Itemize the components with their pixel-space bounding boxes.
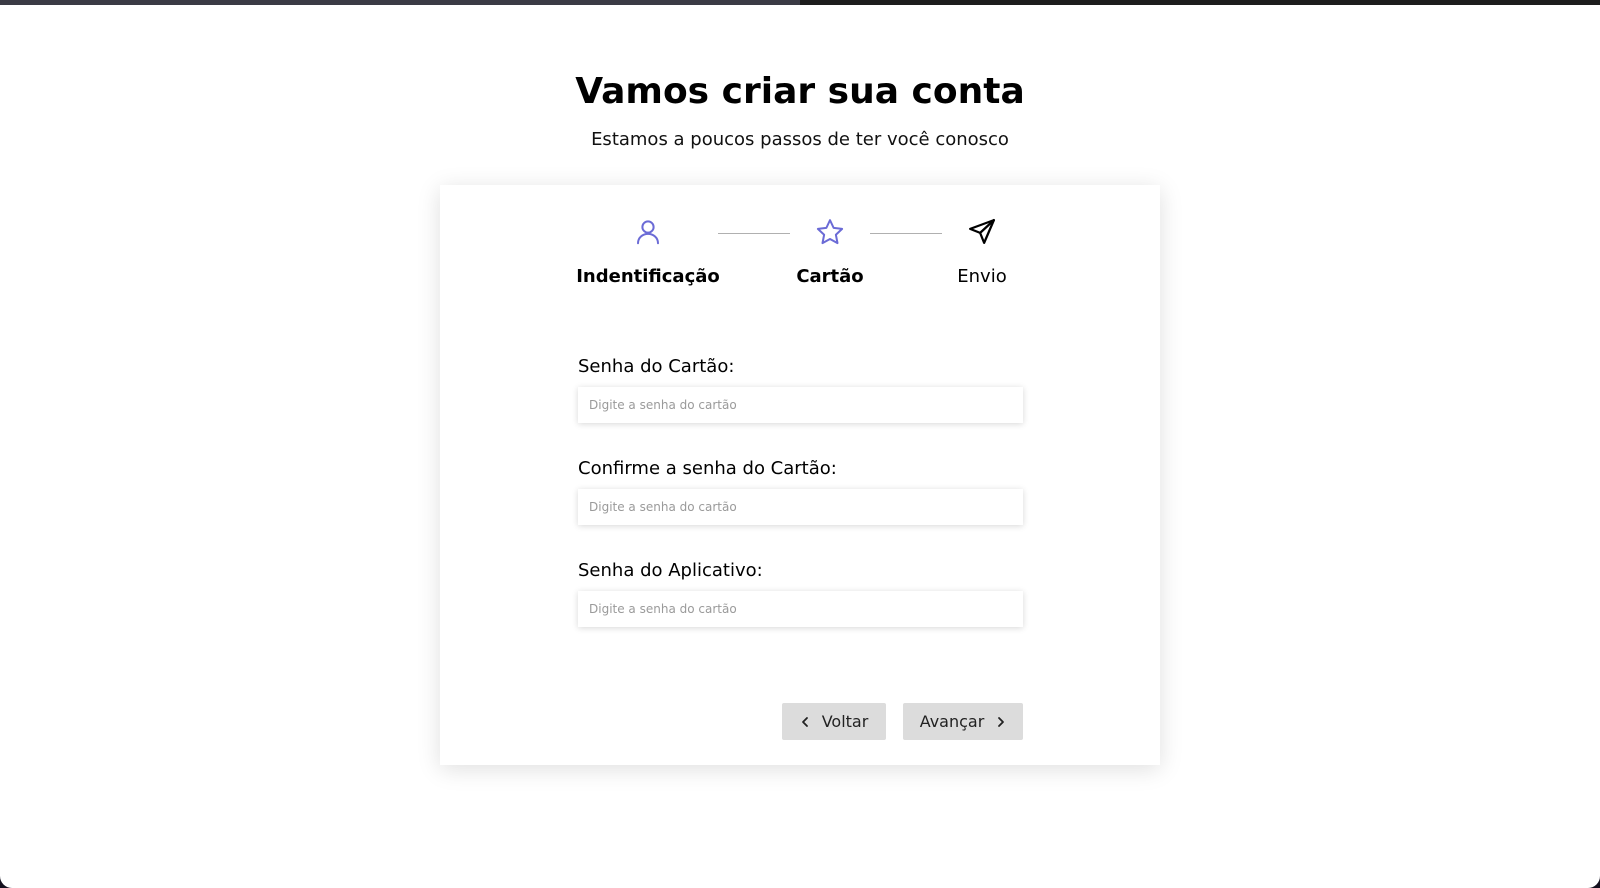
app-password-input[interactable] [578, 591, 1023, 627]
step-identificacao[interactable]: Indentificação [548, 217, 748, 289]
step-envio[interactable]: Envio [882, 217, 1082, 289]
page-subtitle: Estamos a poucos passos de ter você cono… [591, 129, 1009, 150]
top-progress-bar [0, 0, 1600, 5]
confirm-card-password-input[interactable] [578, 489, 1023, 525]
page: Vamos criar sua conta Estamos a poucos p… [0, 0, 1600, 888]
step-label-envio: Envio [957, 266, 1007, 287]
app-password-label: Senha do Aplicativo: [578, 560, 763, 581]
page-title: Vamos criar sua conta [575, 71, 1025, 112]
back-button-label: Voltar [821, 712, 869, 731]
form-group-app-password: Senha do Aplicativo: [578, 559, 1023, 627]
form-group-card-password: Senha do Cartão: [578, 355, 1023, 423]
top-progress-fill [0, 0, 800, 5]
star-icon [816, 219, 844, 245]
next-button[interactable]: Avançar [903, 703, 1023, 740]
chevron-right-icon [998, 716, 1005, 727]
signup-card: Indentificação Cartão Envio Senha do Car… [440, 185, 1160, 765]
next-button-label: Avançar [919, 712, 985, 731]
card-password-label: Senha do Cartão: [578, 356, 735, 377]
user-icon [637, 220, 659, 245]
confirm-card-password-label: Confirme a senha do Cartão: [578, 458, 837, 479]
chevron-left-icon [801, 716, 808, 727]
back-button[interactable]: Voltar [782, 703, 886, 740]
card-password-input[interactable] [578, 387, 1023, 423]
stepper: Indentificação Cartão Envio [440, 185, 1160, 315]
form-group-confirm-card-password: Confirme a senha do Cartão: [578, 457, 1023, 525]
send-icon [969, 219, 995, 244]
step-label-identificacao: Indentificação [576, 266, 720, 287]
